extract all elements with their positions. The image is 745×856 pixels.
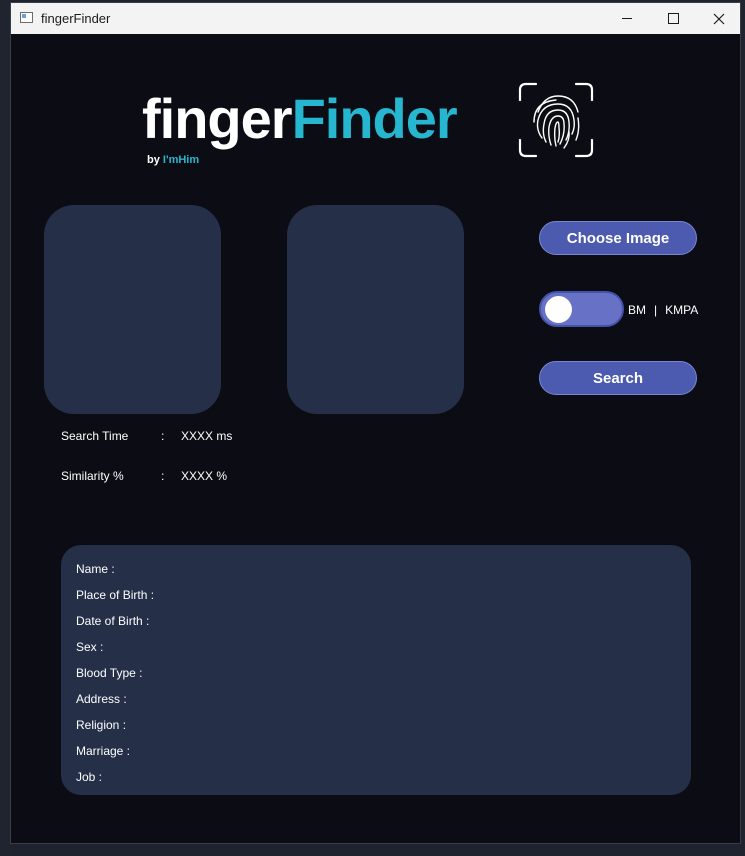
logo-text-finger: finger bbox=[142, 87, 293, 150]
byline: by I'mHim bbox=[147, 154, 199, 166]
maximize-button[interactable] bbox=[650, 3, 696, 34]
fingerprint-scan-icon bbox=[518, 82, 594, 158]
toggle-separator: | bbox=[654, 303, 658, 317]
algorithm-toggle[interactable] bbox=[539, 291, 624, 327]
toggle-label-kmpa: KMPA bbox=[665, 303, 699, 317]
biodata-panel: Name : Place of Birth : Date of Birth : … bbox=[61, 545, 691, 795]
app-window: fingerFinder fingerFinder by I'mHim Choo… bbox=[10, 2, 741, 844]
search-time-row: Search Time : XXXX ms bbox=[61, 429, 232, 443]
similarity-value: XXXX % bbox=[181, 469, 228, 483]
bio-field-religion: Religion : bbox=[76, 718, 127, 732]
toggle-label-bm: BM bbox=[628, 303, 646, 317]
search-time-colon: : bbox=[161, 429, 165, 443]
window-title: fingerFinder bbox=[41, 11, 111, 26]
window-app-icon bbox=[20, 12, 33, 23]
choose-image-button[interactable]: Choose Image bbox=[539, 221, 697, 255]
byline-prefix: by bbox=[147, 154, 160, 166]
search-time-label: Search Time bbox=[61, 429, 129, 443]
match-fingerprint-image-panel bbox=[287, 205, 464, 414]
toggle-labels: BM | KMPA bbox=[628, 303, 698, 317]
minimize-icon bbox=[622, 18, 632, 19]
input-fingerprint-image-panel bbox=[44, 205, 221, 414]
similarity-row: Similarity % : XXXX % bbox=[61, 469, 227, 483]
bio-field-job: Job : bbox=[76, 770, 103, 784]
logo-text-finder: Finder bbox=[291, 87, 458, 150]
similarity-colon: : bbox=[161, 469, 165, 483]
minimize-button[interactable] bbox=[604, 3, 650, 34]
bio-field-date-of-birth: Date of Birth : bbox=[76, 614, 150, 628]
bio-field-place-of-birth: Place of Birth : bbox=[76, 588, 155, 602]
search-button[interactable]: Search bbox=[539, 361, 697, 395]
toggle-knob[interactable] bbox=[545, 296, 572, 323]
close-icon bbox=[713, 13, 725, 24]
bio-field-sex: Sex : bbox=[76, 640, 104, 654]
bio-field-marriage: Marriage : bbox=[76, 744, 131, 758]
byline-brand: I'mHim bbox=[162, 154, 200, 166]
close-button[interactable] bbox=[696, 3, 742, 34]
search-time-value: XXXX ms bbox=[181, 429, 233, 443]
bio-field-name: Name : bbox=[76, 562, 115, 576]
main-content: fingerFinder by I'mHim Choose Image BM |… bbox=[11, 34, 740, 843]
bio-field-address: Address : bbox=[76, 692, 127, 706]
similarity-label: Similarity % bbox=[61, 469, 124, 483]
bio-field-blood-type: Blood Type : bbox=[76, 666, 143, 680]
title-bar[interactable]: fingerFinder bbox=[11, 3, 740, 34]
maximize-icon bbox=[667, 13, 679, 24]
app-logo: fingerFinder bbox=[142, 86, 458, 152]
